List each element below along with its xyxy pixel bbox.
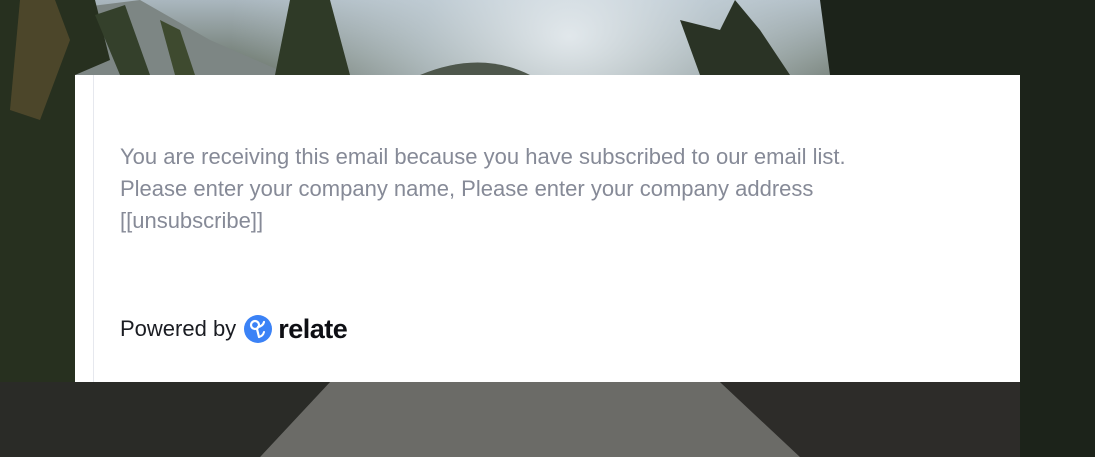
powered-by-label: Powered by [120, 316, 237, 341]
unsubscribe-link[interactable]: [[unsubscribe]] [120, 205, 980, 237]
relate-wordmark: relate [278, 313, 348, 344]
notice-line-company: Please enter your company name, Please e… [120, 176, 814, 201]
relate-logo-icon [244, 315, 273, 343]
notice-line-subscribed: You are receiving this email because you… [120, 144, 846, 169]
email-footer-card: You are receiving this email because you… [75, 75, 1020, 382]
relate-logo[interactable]: relate [244, 313, 348, 345]
powered-by-badge[interactable]: Powered by relate [120, 313, 348, 345]
subscription-notice: You are receiving this email because you… [120, 141, 980, 237]
divider-line [93, 75, 94, 382]
